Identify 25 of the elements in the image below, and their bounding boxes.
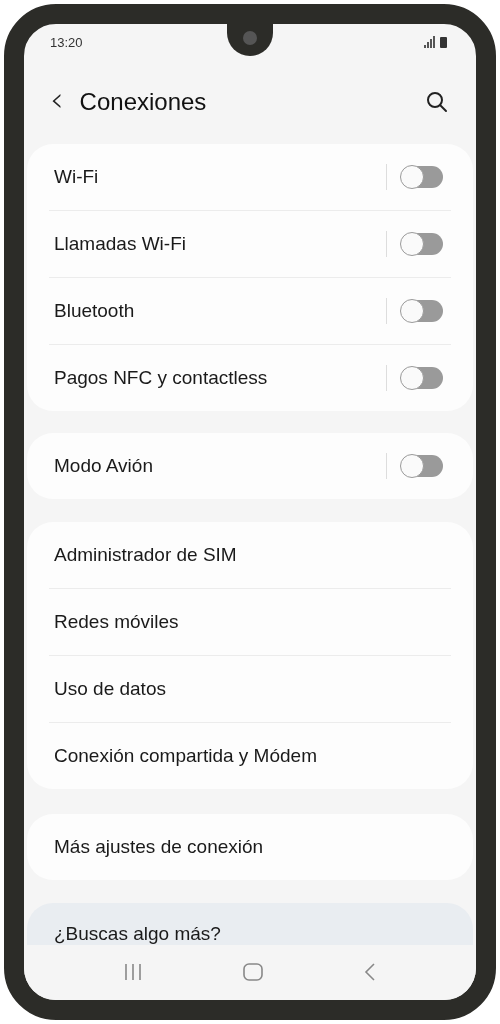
toggle-switch[interactable] (401, 232, 443, 255)
toggle-switch[interactable] (401, 454, 443, 477)
recent-apps-icon[interactable] (124, 964, 143, 981)
setting-label[interactable]: Más ajustes de conexión (54, 835, 451, 858)
back-icon[interactable] (363, 963, 376, 982)
setting-label[interactable]: Llamadas Wi-Fi (54, 232, 386, 255)
setting-label[interactable]: Pagos NFC y contactless (54, 366, 386, 389)
toggle-switch[interactable] (401, 165, 443, 188)
back-button[interactable]: ‹ (50, 82, 80, 122)
search-icon[interactable] (426, 91, 448, 113)
toggle-switch[interactable] (401, 366, 443, 389)
camera-notch (227, 24, 273, 56)
setting-label[interactable]: Conexión compartida y Módem (54, 744, 451, 767)
status-time: 13:20 (50, 34, 83, 50)
setting-label[interactable]: Administrador de SIM (54, 543, 451, 566)
toggle-switch[interactable] (401, 299, 443, 322)
page-title: Conexiones (79, 88, 208, 116)
home-icon[interactable] (243, 963, 263, 982)
setting-label[interactable]: Bluetooth (54, 299, 386, 322)
status-icons (424, 36, 448, 49)
setting-label[interactable]: Wi-Fi (54, 165, 386, 188)
suggestion-title: ¿Buscas algo más? (54, 922, 221, 944)
setting-label[interactable]: Modo Avión (54, 454, 386, 477)
setting-label[interactable]: Uso de datos (54, 677, 451, 700)
setting-label[interactable]: Redes móviles (54, 610, 451, 633)
